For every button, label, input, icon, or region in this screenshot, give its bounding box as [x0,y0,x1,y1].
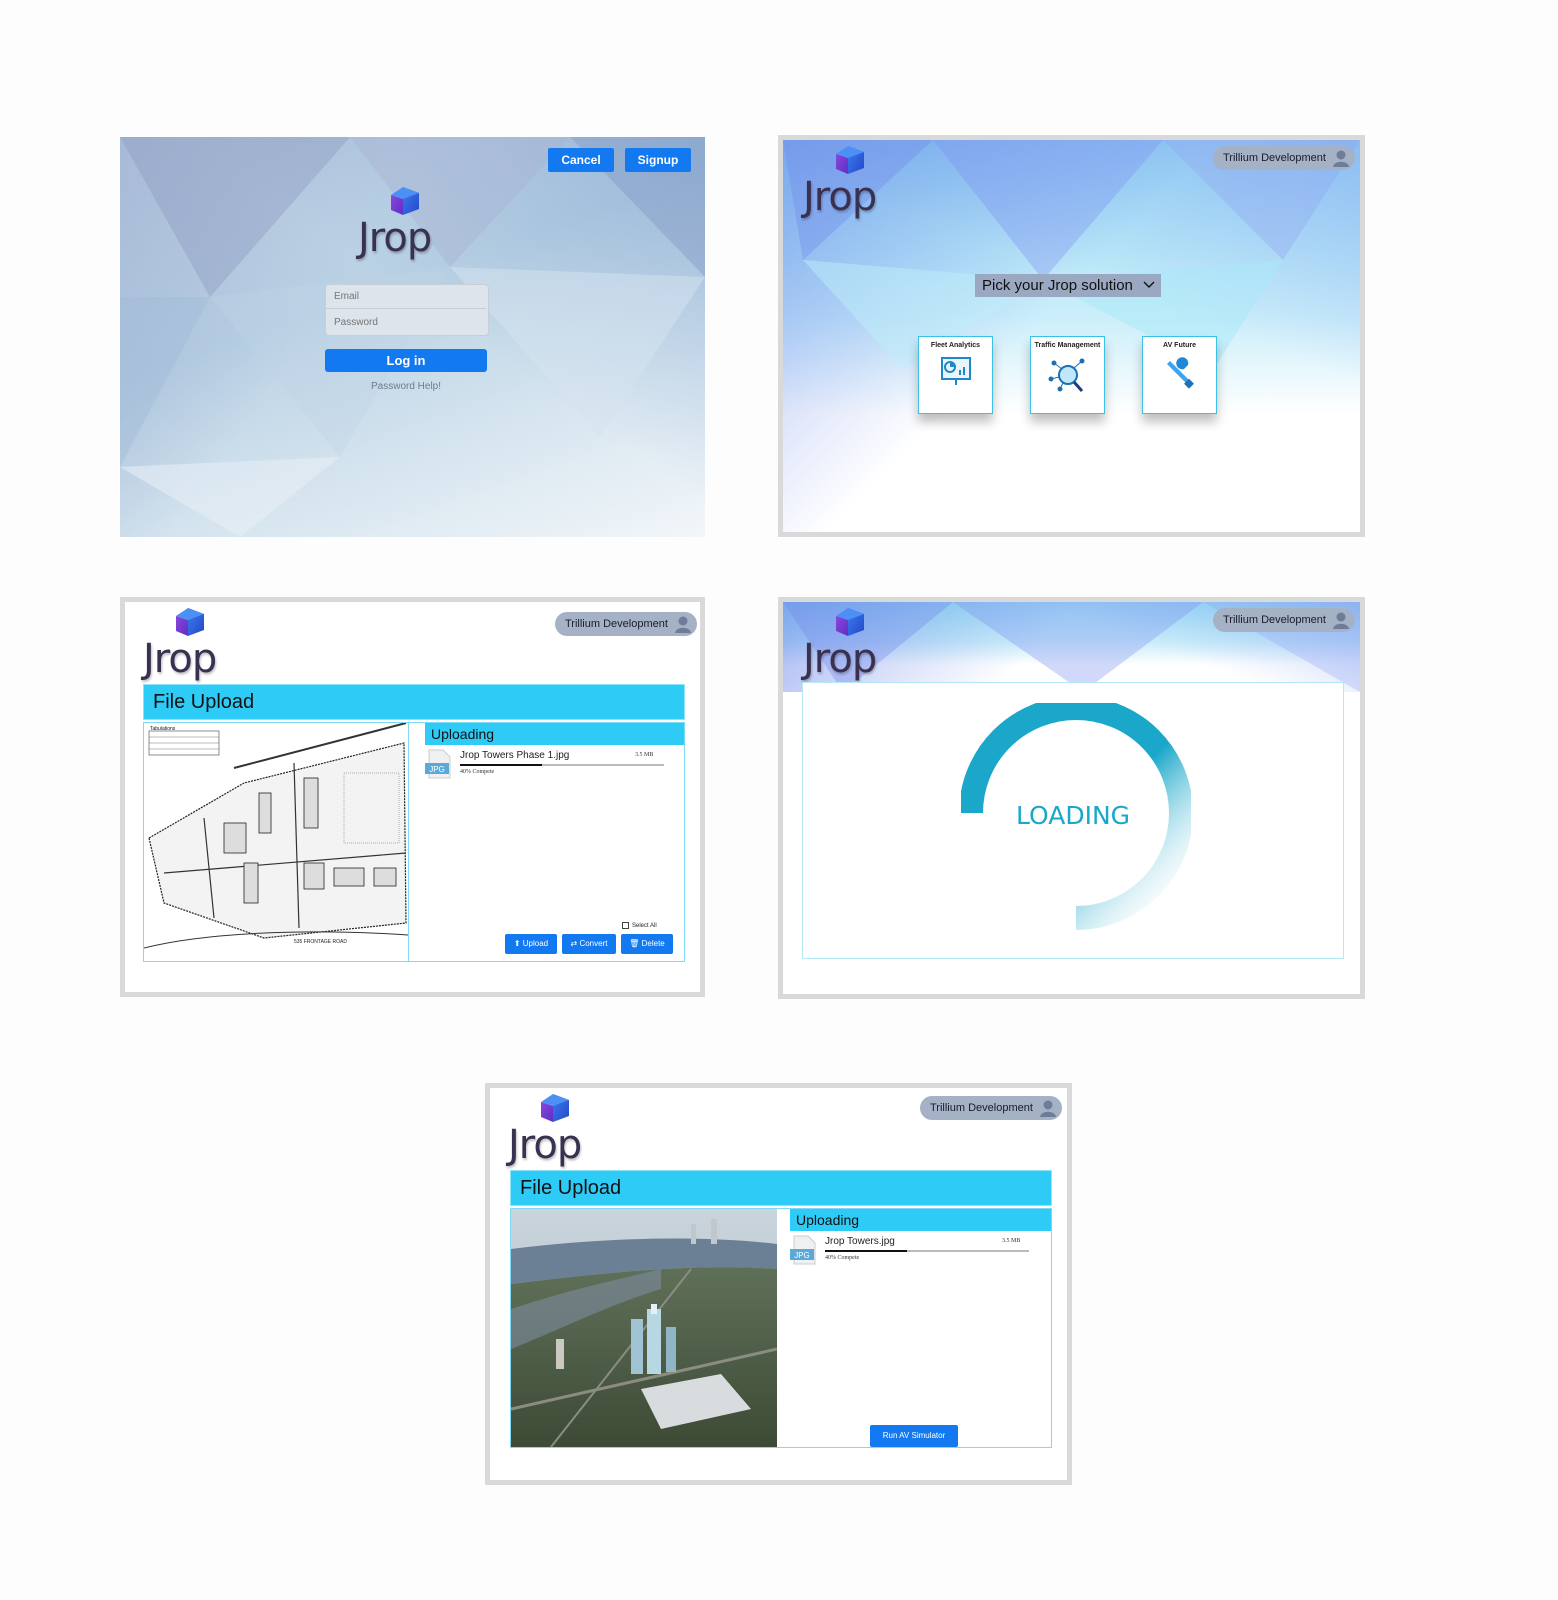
jrop-logo: Jrop [803,144,893,224]
delete-label: Delete [641,939,665,948]
site-plan-preview: Tabulations 535 FRONTAGE ROAD [144,723,409,961]
user-account-chip[interactable]: Trillium Development [920,1096,1062,1120]
city-render-preview [511,1209,777,1447]
tile-av-future[interactable]: AV Future [1142,336,1217,414]
user-name: Trillium Development [565,618,668,630]
loading-screen: Trillium Development Jrop LOADING [778,597,1365,999]
select-all[interactable]: Select All [622,922,657,929]
delete-button[interactable]: 🗑 Delete [621,934,673,954]
email-field[interactable] [326,285,486,309]
progress-text: 40% Compete [825,1255,860,1261]
logo-wordmark: Jrop [358,215,432,261]
section-title: File Upload [143,684,685,720]
network-search-icon [1048,358,1084,392]
logo-wordmark: Jrop [803,174,877,220]
user-account-chip[interactable]: Trillium Development [555,612,697,636]
presentation-chart-icon [940,357,971,385]
jpg-file-icon: JPG [425,749,451,779]
trash-icon: 🗑 [629,939,642,948]
user-name: Trillium Development [1223,614,1326,626]
logo-wordmark: Jrop [508,1122,582,1168]
tile-label: Traffic Management [1034,342,1101,349]
file-name: Jrop Towers Phase 1.jpg [460,750,570,761]
city-render-image [511,1209,777,1447]
cube-logo-icon [541,1094,569,1122]
user-avatar-icon [1333,150,1349,167]
tools-icon [1166,357,1194,389]
cube-logo-icon [176,608,204,636]
tile-fleet-analytics[interactable]: Fleet Analytics [918,336,993,414]
solution-dropdown-label: Pick your Jrop solution [982,277,1133,294]
file-size: 3.5 MB [1002,1238,1021,1244]
user-account-chip[interactable]: Trillium Development [1213,146,1355,170]
upload-progress-bar [460,764,664,766]
file-upload-screen-city: Trillium Development Jrop File Upload Up… [485,1083,1072,1485]
tile-label: Fleet Analytics [930,342,981,349]
user-avatar-icon [675,616,691,633]
cube-logo-icon [391,187,419,215]
uploading-header: Uploading [425,723,684,745]
file-name: Jrop Towers.jpg [825,1236,895,1247]
user-account-chip[interactable]: Trillium Development [1213,608,1355,632]
signup-button[interactable]: Signup [625,148,691,172]
user-avatar-icon [1333,612,1349,629]
convert-button[interactable]: ⇄ Convert [562,934,616,954]
loading-label: LOADING [1015,801,1131,830]
user-avatar-icon [1040,1100,1056,1117]
upload-progress-fill [460,764,542,766]
user-name: Trillium Development [1223,152,1326,164]
site-plan-image: Tabulations 535 FRONTAGE ROAD [144,723,408,949]
plan-road-label: 535 FRONTAGE ROAD [294,939,347,945]
upload-progress-bar [825,1250,1029,1252]
loading-box: LOADING [802,682,1344,959]
file-type-label: JPG [429,765,445,774]
solution-dropdown[interactable]: Pick your Jrop solution [975,274,1161,297]
logo-wordmark: Jrop [803,636,877,682]
select-all-checkbox[interactable] [622,922,629,929]
cube-logo-icon [836,146,864,174]
upload-progress-fill [825,1250,907,1252]
user-name: Trillium Development [930,1102,1033,1114]
upload-label: Upload [522,939,549,948]
upload-button[interactable]: ⬆ Upload [505,934,557,954]
password-help-link[interactable]: Password Help! [325,381,487,392]
password-field[interactable] [326,310,486,334]
chevron-down-icon [1143,281,1155,288]
cube-logo-icon [836,608,864,636]
cancel-button[interactable]: Cancel [548,148,614,172]
jrop-logo: Jrop [358,185,448,265]
section-title: File Upload [510,1170,1052,1206]
jrop-logo: Jrop [803,606,893,686]
login-button[interactable]: Log in [325,349,487,372]
run-av-simulator-button[interactable]: Run AV Simulator [870,1425,958,1447]
jpg-file-icon: JPG [790,1235,816,1265]
progress-text: 40% Compete [460,769,495,775]
convert-label: Convert [579,939,608,948]
login-form [325,284,489,336]
logo-wordmark: Jrop [143,636,217,682]
tile-traffic-management[interactable]: Traffic Management [1030,336,1105,414]
login-screen: Cancel Signup Jrop Log in Password Help! [120,137,705,537]
uploading-header: Uploading [790,1209,1051,1231]
select-all-label: Select All [632,923,657,930]
file-upload-screen-plan: Trillium Development Jrop File Upload Ta… [120,597,705,997]
upload-icon: ⬆ [513,939,523,948]
jrop-logo: Jrop [143,606,233,686]
jrop-logo: Jrop [508,1092,598,1172]
tile-label: AV Future [1163,342,1196,349]
solution-picker-screen: Trillium Development Jrop Pick your Jrop… [778,135,1365,537]
file-size: 3.5 MB [635,752,654,758]
file-type-label: JPG [794,1251,810,1260]
